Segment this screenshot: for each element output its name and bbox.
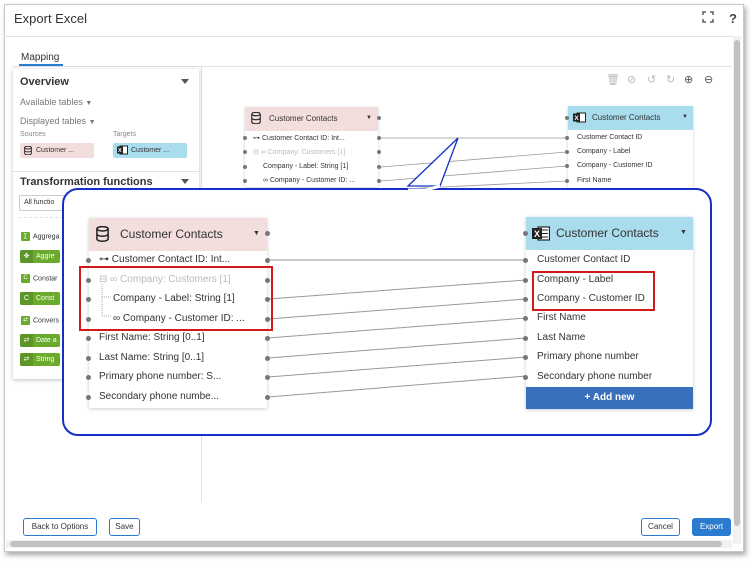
connector-dot[interactable] bbox=[265, 375, 270, 380]
connector-dot[interactable] bbox=[265, 356, 270, 361]
save-button[interactable]: Save bbox=[109, 518, 140, 536]
add-new-button[interactable]: + Add new bbox=[526, 387, 693, 409]
cancel-button[interactable]: Cancel bbox=[641, 518, 680, 536]
connector-dot[interactable] bbox=[523, 297, 528, 302]
scrollbar-thumb[interactable] bbox=[734, 40, 740, 526]
connector-dot[interactable] bbox=[265, 395, 270, 400]
connector-dot[interactable] bbox=[265, 336, 270, 341]
zoom-source-header: Customer Contacts ▼ bbox=[89, 218, 267, 251]
connector-dot[interactable] bbox=[523, 375, 528, 380]
zoom-target-header: X Customer Contacts ▼ bbox=[526, 217, 693, 250]
horizontal-scrollbar[interactable] bbox=[6, 540, 732, 548]
zoom-target-row[interactable]: Primary phone number bbox=[537, 351, 639, 362]
source-highlight-box bbox=[79, 266, 273, 331]
connector-dot[interactable] bbox=[523, 258, 528, 263]
connector-dot[interactable] bbox=[86, 336, 91, 341]
zoom-target-card[interactable]: X Customer Contacts ▼ Customer Contact I… bbox=[526, 217, 693, 409]
zoom-source-row[interactable]: Last Name: String [0..1] bbox=[99, 352, 204, 363]
zoom-source-row[interactable]: First Name: String [0..1] bbox=[99, 332, 205, 343]
connector-dot[interactable] bbox=[265, 231, 270, 236]
connector-dot[interactable] bbox=[86, 258, 91, 263]
zoom-target-row[interactable]: Last Name bbox=[537, 332, 585, 343]
chevron-down-icon[interactable]: ▼ bbox=[253, 230, 260, 237]
connector-dot[interactable] bbox=[86, 375, 91, 380]
connector-dot[interactable] bbox=[523, 278, 528, 283]
back-to-options-button[interactable]: Back to Options bbox=[23, 518, 97, 536]
zoom-source-row[interactable]: ⊶ Customer Contact ID: Int... bbox=[99, 254, 230, 265]
connector-dot[interactable] bbox=[86, 395, 91, 400]
zoom-source-title: Customer Contacts bbox=[120, 227, 223, 241]
connector-dot[interactable] bbox=[523, 336, 528, 341]
zoom-target-row[interactable]: First Name bbox=[537, 312, 586, 323]
chevron-down-icon[interactable]: ▼ bbox=[680, 229, 687, 236]
excel-icon: X bbox=[532, 226, 551, 244]
zoom-target-row[interactable]: Secondary phone number bbox=[537, 371, 652, 382]
connector-dot[interactable] bbox=[523, 231, 528, 236]
scrollbar-thumb[interactable] bbox=[10, 541, 722, 547]
connector-dot[interactable] bbox=[523, 316, 528, 321]
key-icon: ⊶ bbox=[99, 254, 112, 265]
connector-dot[interactable] bbox=[86, 356, 91, 361]
zoom-source-row[interactable]: Primary phone number: S... bbox=[99, 371, 221, 382]
row-label: Customer Contact ID: Int... bbox=[111, 254, 231, 265]
database-icon bbox=[96, 225, 109, 245]
svg-text:X: X bbox=[534, 229, 540, 239]
connector-dot[interactable] bbox=[523, 355, 528, 360]
zoom-source-row[interactable]: Secondary phone numbe... bbox=[99, 391, 219, 402]
target-highlight-box bbox=[532, 271, 655, 311]
vertical-scrollbar[interactable] bbox=[733, 36, 741, 544]
zoom-target-title: Customer Contacts bbox=[556, 226, 659, 240]
connector-dot[interactable] bbox=[265, 258, 270, 263]
zoom-target-row[interactable]: Customer Contact ID bbox=[537, 254, 630, 265]
export-button[interactable]: Export bbox=[692, 518, 731, 536]
